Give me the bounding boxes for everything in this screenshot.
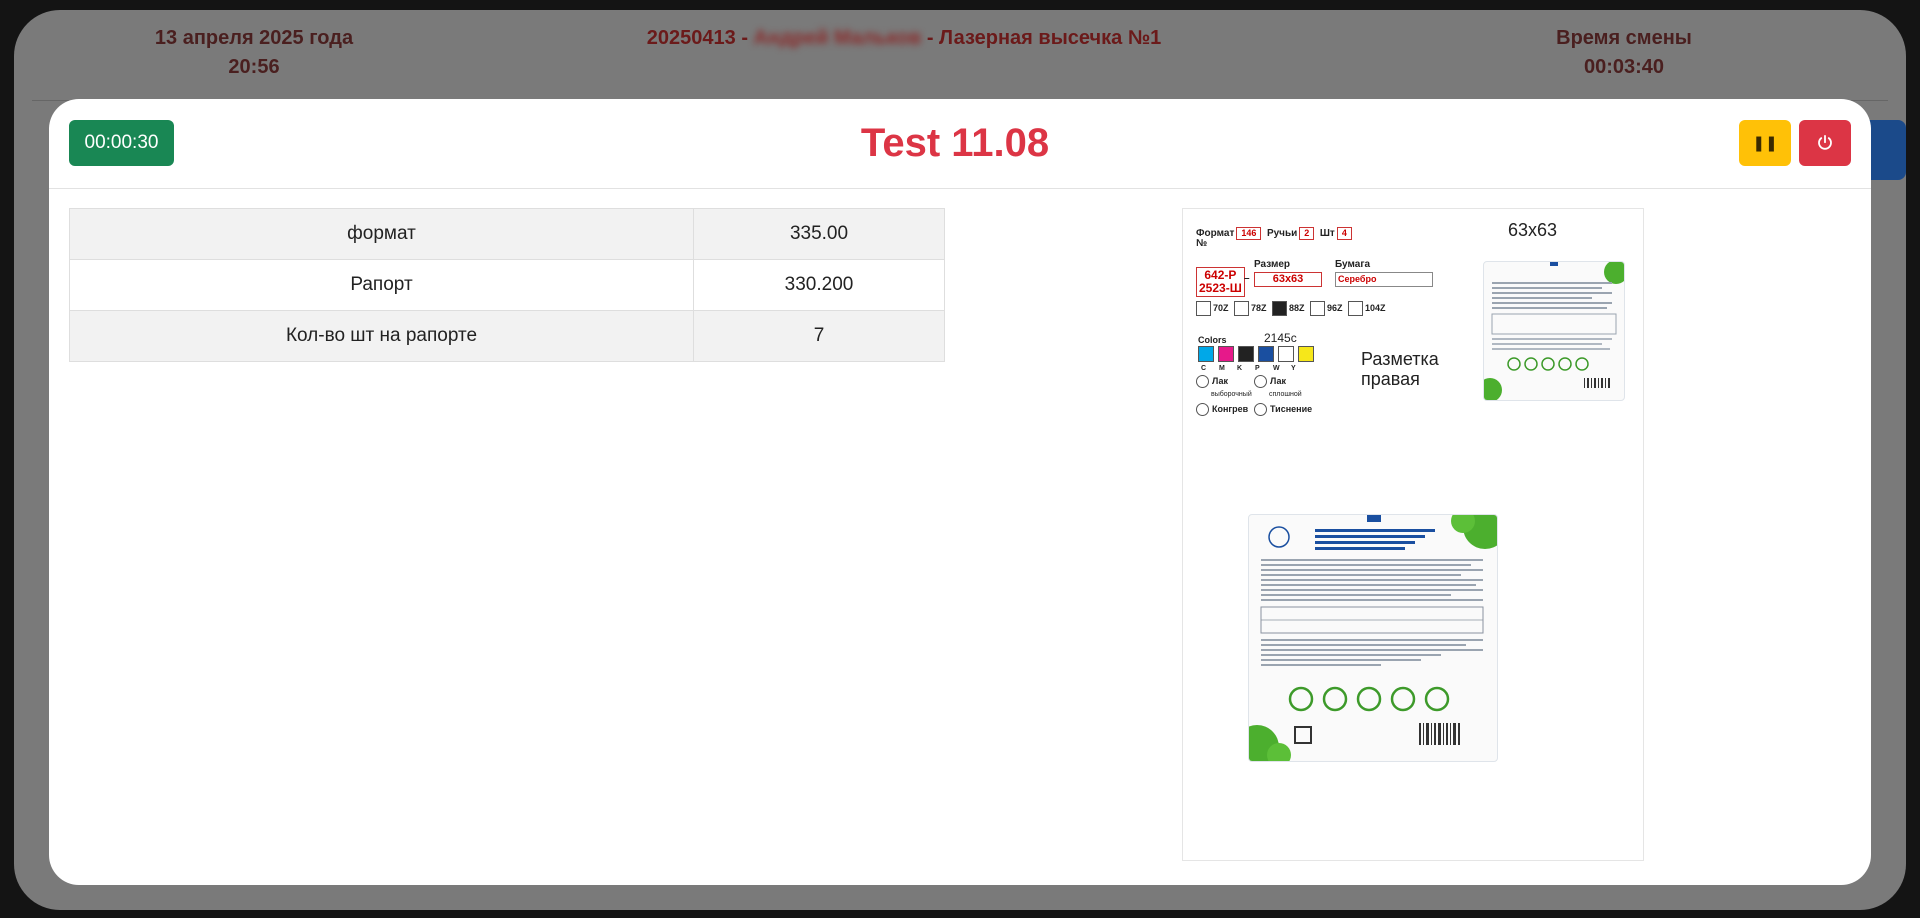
app-header: 13 апреля 2025 года 20:56 20250413 - Анд… <box>14 10 1906 100</box>
color-swatch <box>1198 346 1214 362</box>
radio-lak-spl: Лак сплошной <box>1254 375 1302 398</box>
size-value: 63x63 <box>1254 272 1322 287</box>
check-88z: 88Z <box>1272 301 1305 316</box>
job-title: 20250413 - Андрей Мальков - Лазерная выс… <box>574 24 1234 53</box>
size-label: Размер <box>1254 259 1291 270</box>
params-table: формат 335.00 Рапорт 330.200 Кол-во шт н… <box>69 208 945 362</box>
color-swatches <box>1198 346 1318 365</box>
color-swatch <box>1258 346 1274 362</box>
shift-time: 00:03:40 <box>1583 56 1665 78</box>
modal-header: 00:00:30 Test 11.08 ❚❚ <box>49 99 1871 189</box>
paper-label: Бумага <box>1335 259 1371 270</box>
color-code: 2145c <box>1264 331 1297 345</box>
check-104z: 104Z <box>1348 301 1386 316</box>
color-swatch <box>1218 346 1234 362</box>
param-value: 330.200 <box>693 259 945 311</box>
pcs-label: Шт <box>1319 228 1335 239</box>
param-label: Кол-во шт на рапорте <box>69 310 694 362</box>
label-thumbnail-icon <box>1484 262 1624 400</box>
job-id: 20250413 <box>646 27 736 49</box>
current-time: 20:56 <box>228 56 280 78</box>
radio-tisnenie: Тиснение <box>1254 403 1312 416</box>
date-block: 13 апреля 2025 года 20:56 <box>114 24 394 82</box>
num-label: № <box>1196 238 1208 249</box>
color-swatch <box>1298 346 1314 362</box>
check-78z: 78Z <box>1234 301 1267 316</box>
label-artwork-icon <box>1249 515 1497 761</box>
handles-label: Ручьи <box>1266 228 1298 239</box>
param-value: 7 <box>693 310 945 362</box>
check-96z: 96Z <box>1310 301 1343 316</box>
check-70z: 70Z <box>1196 301 1229 316</box>
color-swatch <box>1278 346 1294 362</box>
param-label: Рапорт <box>69 259 694 311</box>
power-button[interactable] <box>1799 120 1851 166</box>
table-row: формат 335.00 <box>69 208 945 260</box>
table-row: Рапорт 330.200 <box>69 259 945 311</box>
power-icon <box>1818 134 1832 150</box>
paper-value: Серебро <box>1335 272 1433 287</box>
radio-lak-vyb: Лак выборочный <box>1196 375 1252 398</box>
colors-label: Colors <box>1198 335 1227 345</box>
shift-block: Время смены 00:03:40 <box>1494 24 1754 82</box>
machine-name: Лазерная высечка №1 <box>939 27 1162 49</box>
format-value: 146 <box>1236 227 1262 240</box>
separator: - <box>926 27 934 49</box>
product-number: 642-Р 2523-Ш <box>1196 267 1245 297</box>
operator-name: Андрей Мальков <box>753 27 922 49</box>
dash: – <box>1244 273 1250 284</box>
color-swatch <box>1238 346 1254 362</box>
param-label: формат <box>69 208 694 260</box>
label-preview-large <box>1248 514 1498 762</box>
shift-label: Время смены <box>1556 27 1692 49</box>
table-row: Кол-во шт на рапорте 7 <box>69 310 945 362</box>
pause-button[interactable]: ❚❚ <box>1739 120 1791 166</box>
job-modal: 00:00:30 Test 11.08 ❚❚ формат 335.00 Рап… <box>49 99 1871 885</box>
param-value: 335.00 <box>693 208 945 260</box>
label-size-title: 63х63 <box>1508 220 1558 240</box>
modal-title: Test 11.08 <box>860 121 1050 165</box>
current-date: 13 апреля 2025 года <box>154 27 354 49</box>
handles-value: 2 <box>1299 227 1315 240</box>
layout-image: Формат 146 Ручьи 2 Шт 4 № 642-Р 2523-Ш – Ра… <box>1182 208 1644 861</box>
separator: - <box>741 27 748 49</box>
pause-icon: ❚❚ <box>1752 134 1778 152</box>
label-preview-small <box>1483 261 1625 401</box>
pcs-value: 4 <box>1336 227 1352 240</box>
radio-kongrev: Конгрев <box>1196 403 1248 416</box>
markup-label: Разметка правая <box>1361 349 1439 389</box>
